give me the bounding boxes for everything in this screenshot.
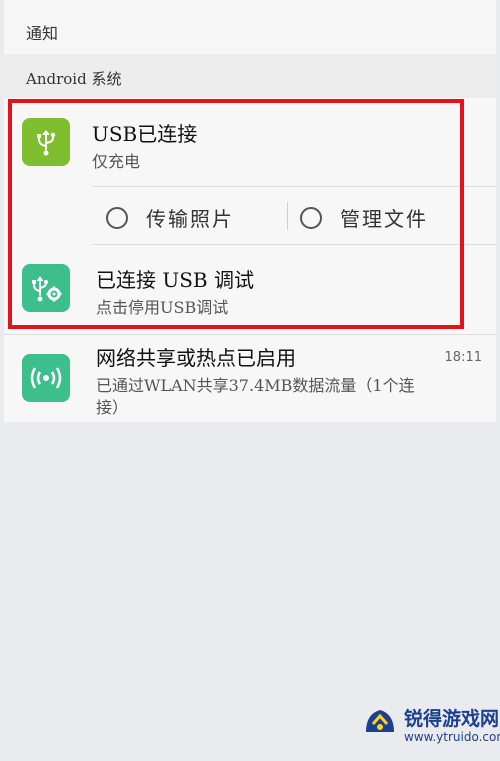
watermark-logo-icon — [366, 710, 394, 732]
hotspot-glyph — [30, 367, 62, 389]
watermark-url: www.ytruido.com — [404, 730, 500, 744]
watermark-name: 锐得游戏网 — [404, 708, 500, 730]
hotspot-notification[interactable]: 网络共享或热点已启用 18:11 已通过WLAN共享37.4MB数据流量（1个连… — [4, 336, 496, 422]
divider — [4, 334, 496, 335]
hotspot-subtitle-line1: 已通过WLAN共享37.4MB数据流量（1个连 — [96, 376, 415, 395]
hotspot-icon — [22, 354, 70, 402]
highlight-box — [8, 99, 464, 329]
panel-title: 通知 — [26, 24, 59, 43]
hotspot-subtitle-line2: 接） — [96, 398, 129, 417]
hotspot-time: 18:11 — [444, 350, 482, 365]
watermark: 锐得游戏网 www.ytruido.com — [360, 686, 500, 761]
section-label: Android 系统 — [26, 70, 122, 88]
hotspot-title: 网络共享或热点已启用 — [96, 346, 296, 370]
